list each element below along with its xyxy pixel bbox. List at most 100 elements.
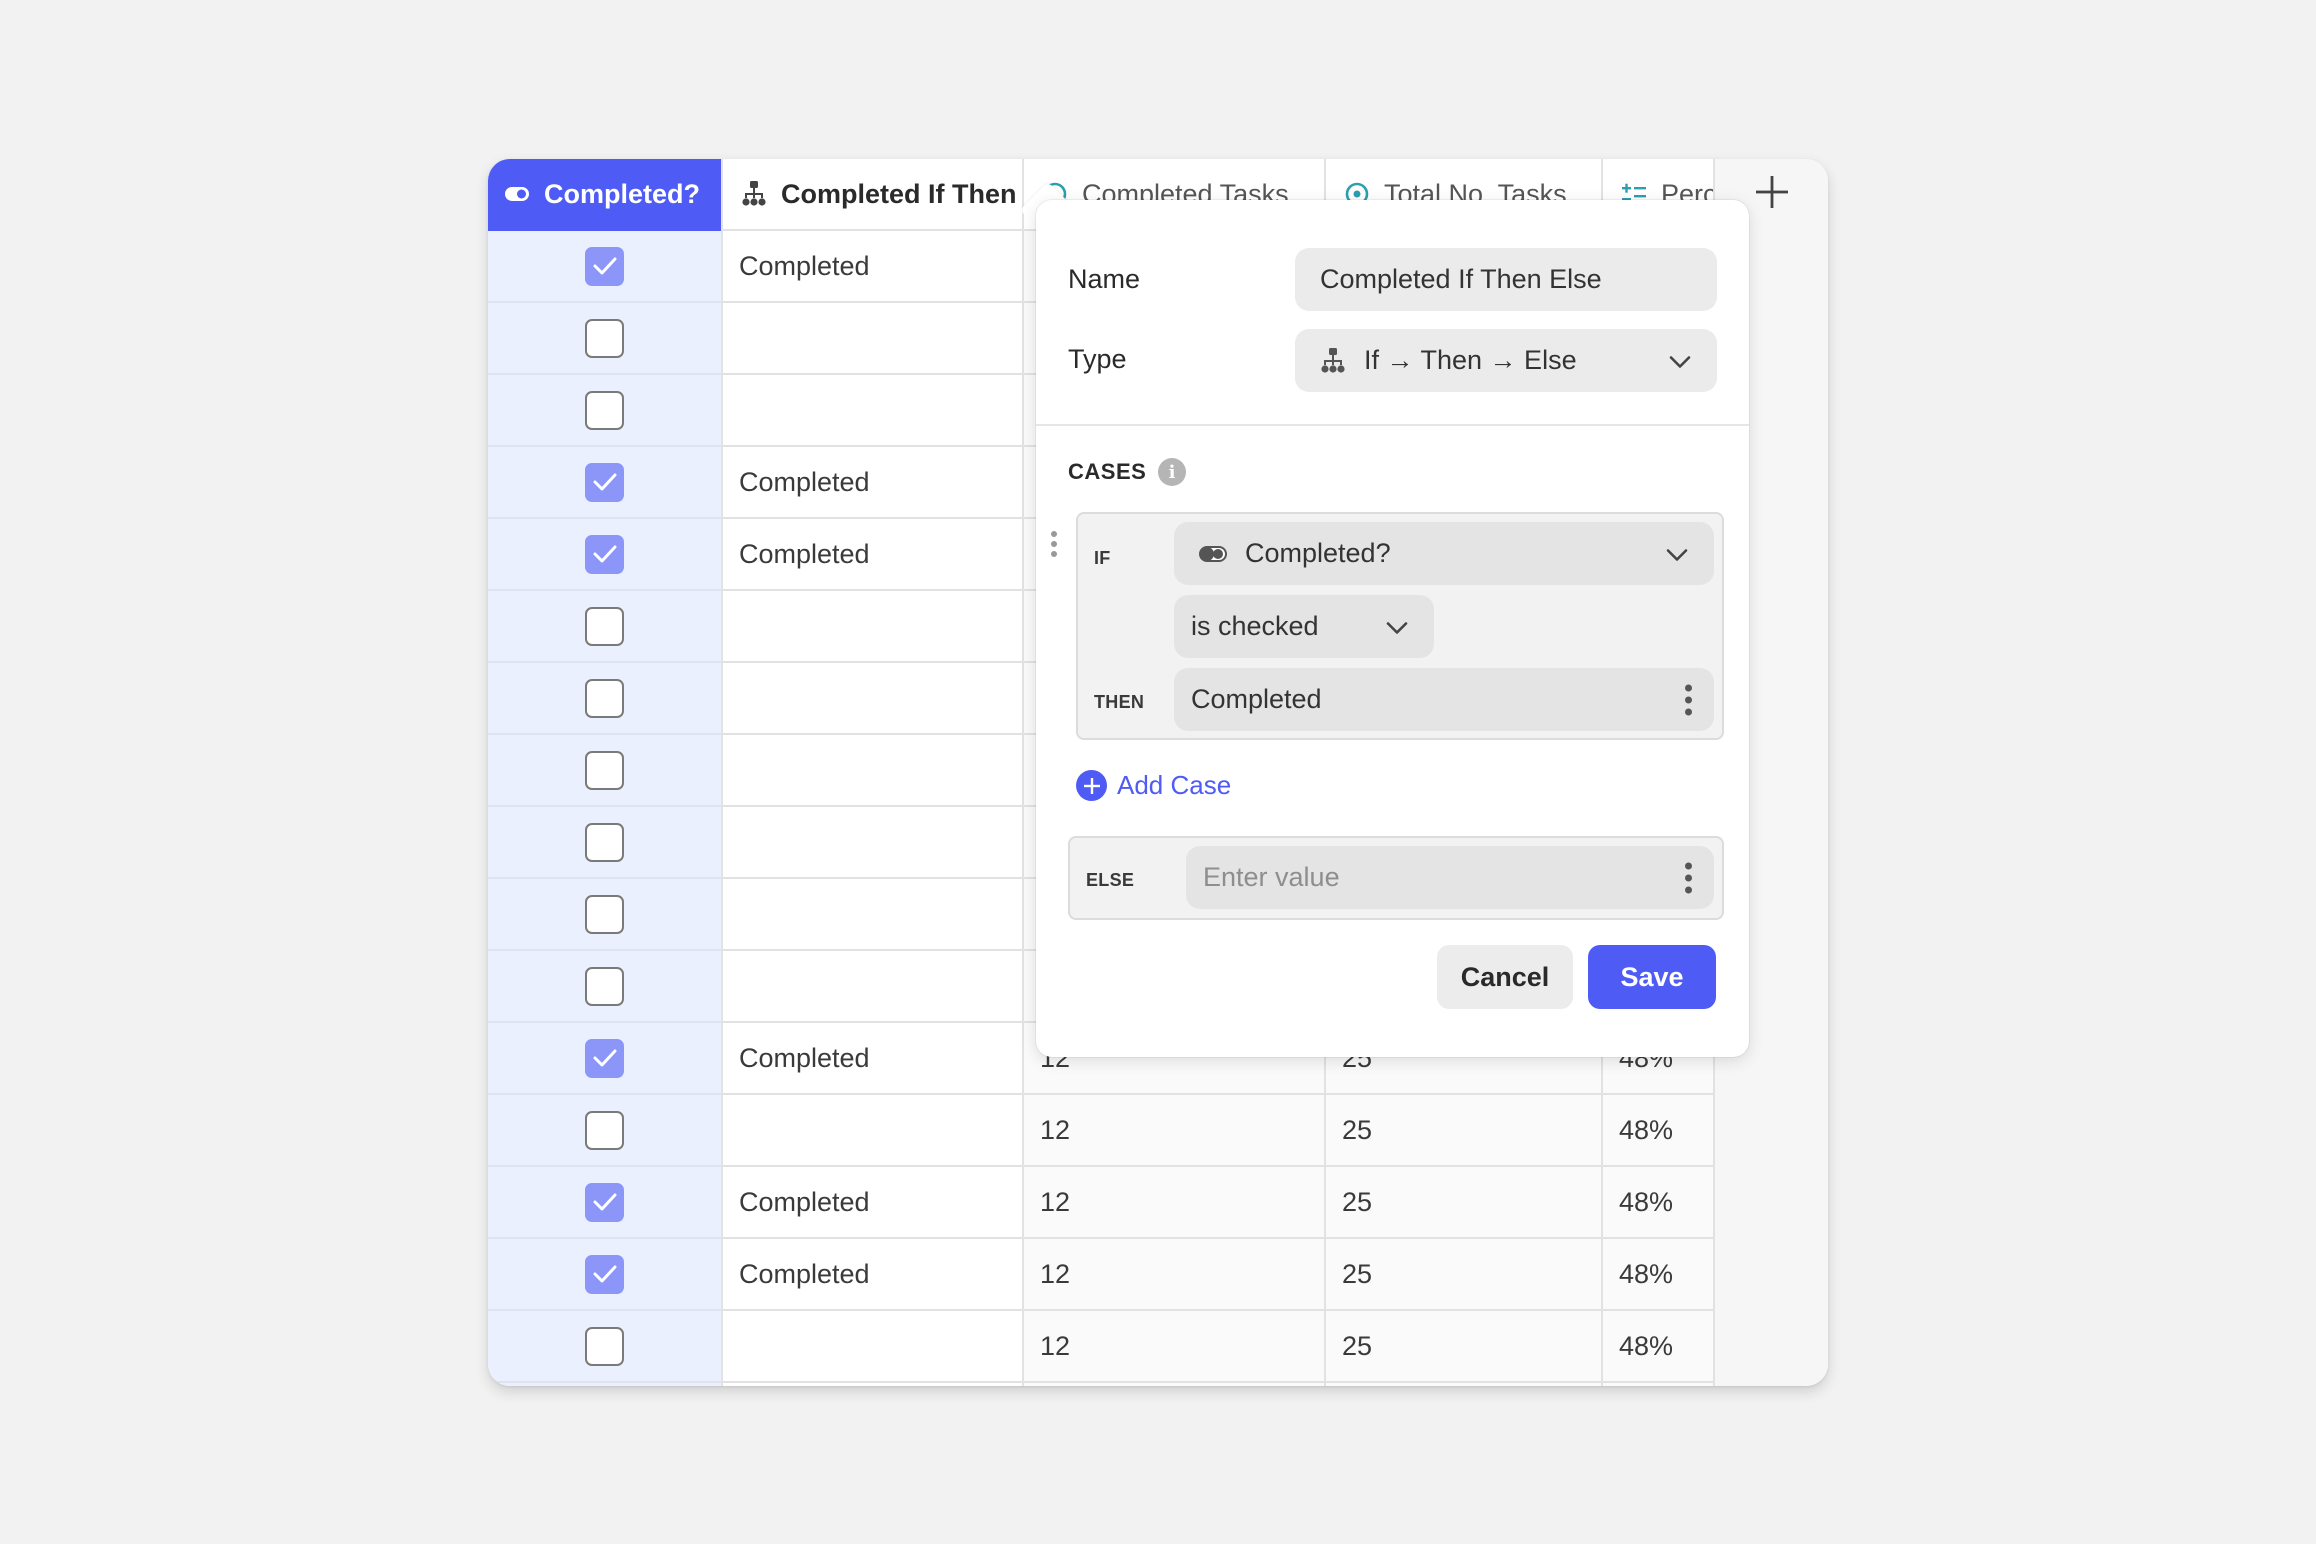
case-card: IF Completed? is checked THEN Completed <box>1076 512 1724 740</box>
add-case-button[interactable]: Add Case <box>1076 770 1231 801</box>
percentage-cell[interactable]: 48% <box>1603 1311 1713 1383</box>
completed-tasks-cell[interactable]: 12 <box>1024 1239 1324 1311</box>
row-checkbox[interactable] <box>585 1110 624 1150</box>
plus-circle-icon <box>1076 770 1107 801</box>
toggle-icon <box>504 186 530 202</box>
table-row <box>488 1167 721 1239</box>
status-cell[interactable]: Completed <box>723 1167 1022 1239</box>
total-tasks-cell[interactable]: 25 <box>1326 1239 1601 1311</box>
drag-handle-icon[interactable] <box>1050 530 1058 565</box>
row-checkbox[interactable] <box>585 1038 624 1078</box>
status-cell[interactable] <box>723 591 1022 663</box>
percentage-cell[interactable]: 48% <box>1603 1095 1713 1167</box>
row-checkbox[interactable] <box>585 822 624 862</box>
column-header-completed-if-then[interactable]: Completed If Then <box>723 159 1022 231</box>
status-cell[interactable]: Completed <box>723 231 1022 303</box>
cases-section-title: CASES i <box>1068 458 1187 486</box>
chevron-down-icon <box>1386 611 1408 642</box>
row-checkbox[interactable] <box>585 678 624 718</box>
condition-value: is checked <box>1191 611 1319 641</box>
name-input-value: Completed If Then Else <box>1320 264 1602 294</box>
status-cell[interactable] <box>723 1095 1022 1167</box>
completed-tasks-cell[interactable]: 12 <box>1024 1167 1324 1239</box>
branch-icon <box>741 180 767 208</box>
status-cell[interactable] <box>723 807 1022 879</box>
row-checkbox[interactable] <box>585 246 624 286</box>
panel-divider <box>1036 424 1749 426</box>
then-value-input[interactable]: Completed <box>1174 668 1714 731</box>
name-input[interactable]: Completed If Then Else <box>1295 248 1717 311</box>
column-header-label: Completed? <box>544 178 701 209</box>
check-icon <box>593 1265 616 1283</box>
total-tasks-cell[interactable]: 25 <box>1326 1095 1601 1167</box>
row-checkbox[interactable] <box>585 606 624 646</box>
check-icon <box>593 1193 616 1211</box>
table-row <box>488 1095 721 1167</box>
case-field-value: Completed? <box>1245 538 1391 568</box>
then-tag: THEN <box>1094 692 1145 712</box>
table-row <box>488 1239 721 1311</box>
table-row <box>488 375 721 447</box>
completed-tasks-cell[interactable]: 12 <box>1024 1311 1324 1383</box>
more-options-icon[interactable] <box>1685 684 1692 715</box>
add-case-label: Add Case <box>1117 770 1232 800</box>
status-cell[interactable]: Completed <box>723 1023 1022 1095</box>
column-header-completed[interactable]: Completed? <box>488 159 721 231</box>
status-cell[interactable] <box>723 735 1022 807</box>
check-icon <box>593 257 616 275</box>
chevron-down-icon <box>1666 538 1688 569</box>
info-icon[interactable]: i <box>1158 458 1187 486</box>
type-select[interactable]: If → Then → Else <box>1295 329 1717 392</box>
check-icon <box>593 1049 616 1067</box>
cancel-button[interactable]: Cancel <box>1437 945 1573 1009</box>
field-editor-popover: Name Completed If Then Else Type If → Th… <box>1036 200 1749 1057</box>
else-placeholder: Enter value <box>1203 862 1340 892</box>
status-cell[interactable]: Completed <box>723 447 1022 519</box>
percentage-cell[interactable]: 48% <box>1603 1167 1713 1239</box>
chevron-down-icon <box>1669 345 1691 376</box>
status-cell[interactable] <box>723 1311 1022 1383</box>
table-row <box>488 879 721 951</box>
row-checkbox[interactable] <box>585 750 624 790</box>
total-tasks-cell[interactable]: 25 <box>1326 1311 1601 1383</box>
table-row <box>488 303 721 375</box>
status-cell[interactable] <box>723 375 1022 447</box>
table-row <box>488 519 721 591</box>
cases-title-text: CASES <box>1068 459 1147 484</box>
status-cell[interactable] <box>723 951 1022 1023</box>
percentage-cell[interactable]: 48% <box>1603 1239 1713 1311</box>
status-rows: Completed Completed Completed Completed Comp… <box>723 231 1022 1383</box>
status-cell[interactable] <box>723 303 1022 375</box>
table-row <box>488 447 721 519</box>
type-label: Type <box>1068 344 1127 374</box>
branch-icon <box>1320 347 1346 375</box>
row-checkbox[interactable] <box>585 390 624 430</box>
status-cell[interactable] <box>723 879 1022 951</box>
check-icon <box>593 473 616 491</box>
total-tasks-cell[interactable]: 25 <box>1326 1167 1601 1239</box>
column-completed-if-then: Completed If Then Completed Completed Comp… <box>721 159 1022 1386</box>
table-row <box>488 1311 721 1383</box>
row-checkbox[interactable] <box>585 534 624 574</box>
row-checkbox[interactable] <box>585 966 624 1006</box>
row-checkbox[interactable] <box>585 894 624 934</box>
row-checkbox[interactable] <box>585 1326 624 1366</box>
row-checkbox[interactable] <box>585 318 624 358</box>
else-card: ELSE Enter value <box>1068 836 1724 920</box>
case-field-select[interactable]: Completed? <box>1174 522 1714 585</box>
type-select-value: If → Then → Else <box>1364 345 1577 375</box>
else-value-input[interactable]: Enter value <box>1186 846 1714 909</box>
row-checkbox[interactable] <box>585 1182 624 1222</box>
table-row <box>488 663 721 735</box>
column-completed: Completed? <box>488 159 721 1386</box>
completed-tasks-cell[interactable]: 12 <box>1024 1095 1324 1167</box>
condition-select[interactable]: is checked <box>1174 595 1434 658</box>
row-checkbox[interactable] <box>585 462 624 502</box>
table-row <box>488 735 721 807</box>
status-cell[interactable] <box>723 663 1022 735</box>
more-options-icon[interactable] <box>1685 862 1692 893</box>
status-cell[interactable]: Completed <box>723 519 1022 591</box>
status-cell[interactable]: Completed <box>723 1239 1022 1311</box>
row-checkbox[interactable] <box>585 1254 624 1294</box>
save-button[interactable]: Save <box>1588 945 1716 1009</box>
